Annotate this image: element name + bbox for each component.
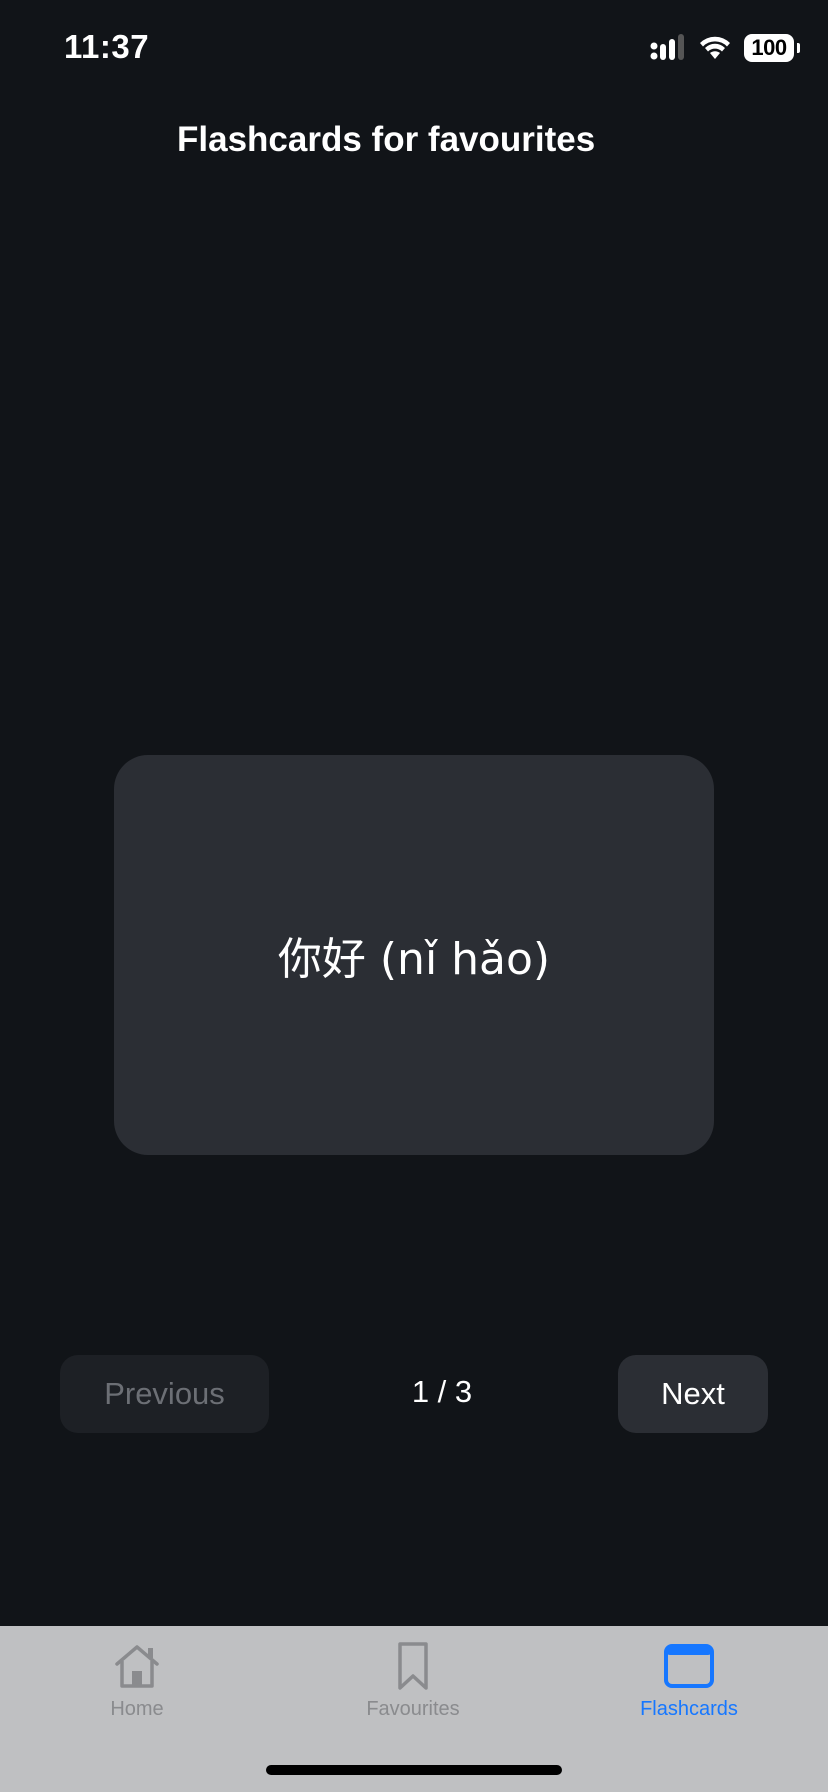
signal-icon xyxy=(650,34,684,60)
home-icon xyxy=(115,1645,159,1688)
previous-button[interactable]: Previous xyxy=(60,1355,269,1433)
status-time: 11:37 xyxy=(64,28,150,65)
wifi-icon xyxy=(700,36,730,59)
tab-flashcards[interactable]: Flashcards xyxy=(589,1640,789,1721)
tab-favourites[interactable]: Favourites xyxy=(313,1640,513,1721)
flashcard-text: 你好 (nǐ hǎo) xyxy=(277,934,551,985)
battery-level: 100 xyxy=(751,35,787,60)
tab-favourites-label: Favourites xyxy=(366,1698,460,1720)
bookmark-icon xyxy=(398,1642,428,1690)
tab-home-label: Home xyxy=(110,1698,164,1720)
card-counter: 1 / 3 xyxy=(411,1374,473,1409)
next-button[interactable]: Next xyxy=(618,1355,768,1433)
tab-home[interactable]: Home xyxy=(37,1640,237,1721)
home-indicator[interactable] xyxy=(266,1765,562,1775)
flashcard[interactable]: 你好 (nǐ hǎo) xyxy=(114,755,714,1155)
tab-flashcards-label: Flashcards xyxy=(640,1698,738,1720)
flashcards-screen: 11:37 100 Flashcards for favourites 你好 (… xyxy=(0,0,828,1792)
battery-tip xyxy=(797,43,800,53)
battery-icon: 100 xyxy=(744,34,800,62)
page-title: Flashcards for favourites xyxy=(177,120,596,159)
flashcards-icon xyxy=(664,1644,714,1688)
status-icons: 100 xyxy=(650,34,800,62)
